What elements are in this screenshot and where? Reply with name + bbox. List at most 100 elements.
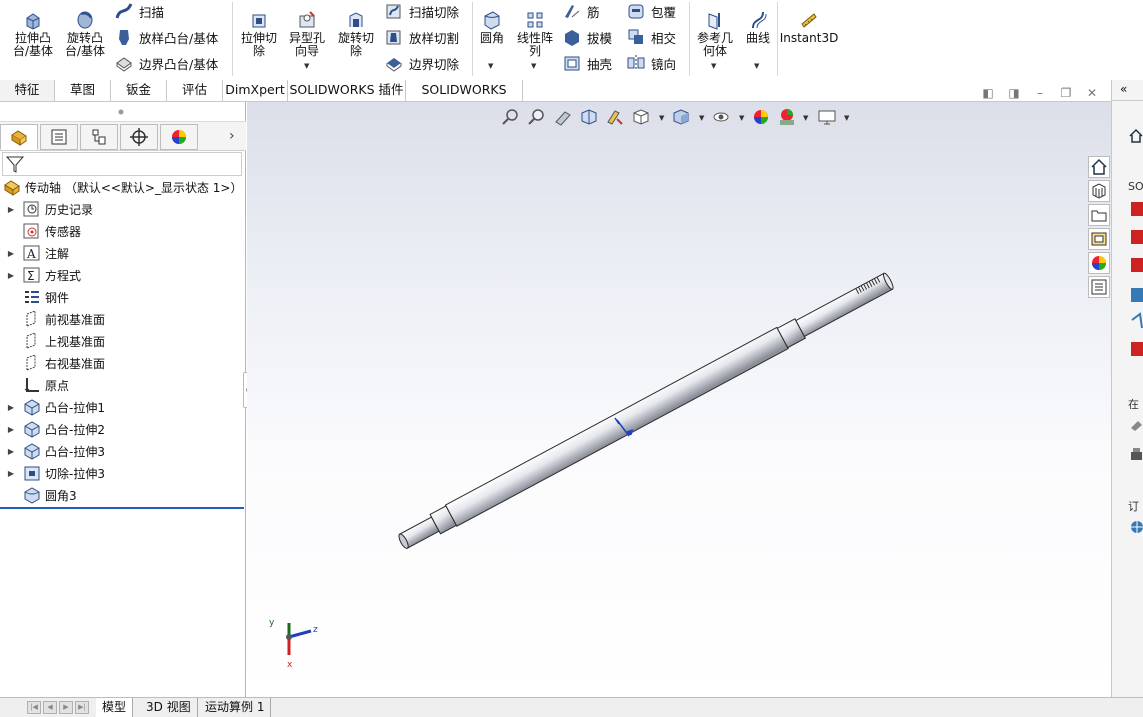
fillet-dropdown[interactable]: ▼ bbox=[488, 62, 493, 70]
mirror-button[interactable]: 镜向 bbox=[626, 53, 676, 73]
panel-tabs-scroll-right[interactable]: › bbox=[229, 128, 235, 144]
tree-item-fillet3[interactable]: 圆角3 bbox=[0, 484, 244, 506]
curves-button[interactable]: 曲线 bbox=[740, 0, 776, 45]
tree-item-front-plane[interactable]: 前视基准面 bbox=[0, 308, 244, 330]
tree-item-boss-extrude2[interactable]: ▶ 凸台-拉伸2 bbox=[0, 418, 244, 440]
task-pane-view-palette-icon[interactable] bbox=[1088, 228, 1110, 250]
task-pane-design-library-icon[interactable] bbox=[1088, 180, 1110, 202]
tab-solidworks-addins[interactable]: SOLIDWORKS 插件 bbox=[288, 80, 406, 101]
intersect-button[interactable]: 相交 bbox=[626, 27, 676, 47]
expand-arrow-icon[interactable]: ▶ bbox=[0, 249, 22, 258]
task-pane-file-explorer-icon[interactable] bbox=[1088, 204, 1110, 226]
tree-item-boss-extrude1[interactable]: ▶ 凸台-拉伸1 bbox=[0, 396, 244, 418]
rib-button[interactable]: 筋 bbox=[562, 1, 600, 21]
tree-item-top-plane[interactable]: 上视基准面 bbox=[0, 330, 244, 352]
tab-configuration-manager[interactable] bbox=[80, 124, 118, 150]
task-pane-tool-icon[interactable] bbox=[1130, 418, 1143, 435]
bottom-tab-bar: |◀ ◀ ▶ ▶| 模型 3D 视图 运动算例 1 bbox=[0, 697, 1143, 717]
reference-geometry-dropdown[interactable]: ▼ bbox=[711, 62, 716, 70]
task-pane-collapse-icon[interactable]: « bbox=[1120, 82, 1127, 96]
tab-feature-manager[interactable] bbox=[0, 124, 38, 150]
close-icon[interactable]: ✕ bbox=[1085, 86, 1099, 100]
loft-boss-button[interactable]: 放样凸台/基体 bbox=[114, 27, 218, 47]
curves-dropdown[interactable]: ▼ bbox=[754, 62, 759, 70]
boundary-cut-button[interactable]: 边界切除 bbox=[384, 53, 459, 73]
expand-arrow-icon[interactable]: ▶ bbox=[0, 271, 22, 280]
swept-cut-button[interactable]: 扫描切除 bbox=[384, 1, 459, 21]
tree-item-sensors[interactable]: 传感器 bbox=[0, 220, 244, 242]
first-tab-button[interactable]: |◀ bbox=[27, 701, 41, 714]
tree-item-history[interactable]: ▶ 历史记录 bbox=[0, 198, 244, 220]
restore-icon[interactable]: ❐ bbox=[1059, 86, 1073, 100]
tab-motion-study[interactable]: 运动算例 1 bbox=[199, 698, 272, 717]
rollback-bar[interactable] bbox=[0, 507, 244, 509]
tab-sketch[interactable]: 草图 bbox=[55, 80, 111, 101]
linear-pattern-button[interactable]: 线性阵 列 bbox=[512, 0, 558, 58]
expand-arrow-icon[interactable]: ▶ bbox=[0, 425, 22, 434]
command-manager-ribbon: 拉伸凸 台/基体 旋转凸 台/基体 扫描 放样凸台/基体 边界凸台/基体 拉伸切… bbox=[0, 0, 1143, 80]
extrude-boss-button[interactable]: 拉伸凸 台/基体 bbox=[8, 0, 58, 58]
history-icon bbox=[22, 199, 42, 219]
tree-item-cut-extrude3[interactable]: ▶ 切除-拉伸3 bbox=[0, 462, 244, 484]
draft-icon bbox=[562, 27, 582, 47]
tab-property-manager[interactable] bbox=[40, 124, 78, 150]
tab-dimxpert[interactable]: DimXpert bbox=[223, 80, 288, 101]
next-tab-button[interactable]: ▶ bbox=[59, 701, 73, 714]
boundary-boss-button[interactable]: 边界凸台/基体 bbox=[114, 53, 218, 73]
extrude-boss-icon bbox=[23, 10, 43, 30]
task-pane-home-icon[interactable] bbox=[1088, 156, 1110, 178]
tab-sheet-metal[interactable]: 钣金 bbox=[111, 80, 167, 101]
minimize-icon[interactable]: – bbox=[1033, 86, 1047, 100]
tree-item-origin[interactable]: 原点 bbox=[0, 374, 244, 396]
tree-item-equations[interactable]: ▶ Σ 方程式 bbox=[0, 264, 244, 286]
tab-solidworks-mbd[interactable]: SOLIDWORKS MBD bbox=[406, 80, 523, 117]
tree-item-right-plane[interactable]: 右视基准面 bbox=[0, 352, 244, 374]
expand-arrow-icon[interactable]: ▶ bbox=[0, 205, 22, 214]
extrude-cut-button[interactable]: 拉伸切 除 bbox=[236, 0, 282, 58]
task-pane-tool-icon[interactable] bbox=[1130, 446, 1143, 465]
fillet-button[interactable]: 圆角 bbox=[474, 0, 510, 45]
triad-y-label: y bbox=[269, 618, 275, 628]
shaft-model[interactable]: y z x bbox=[247, 102, 1111, 697]
task-pane-custom-properties-icon[interactable] bbox=[1088, 276, 1110, 298]
hole-wizard-dropdown[interactable]: ▼ bbox=[304, 62, 309, 70]
expand-arrow-icon[interactable]: ▶ bbox=[0, 403, 22, 412]
sweep-button[interactable]: 扫描 bbox=[114, 1, 164, 21]
task-pane-appearances-icon[interactable] bbox=[1088, 252, 1110, 274]
instant3d-button[interactable]: Instant3D bbox=[780, 0, 838, 45]
tree-item-boss-extrude3[interactable]: ▶ 凸台-拉伸3 bbox=[0, 440, 244, 462]
revolve-boss-button[interactable]: 旋转凸 台/基体 bbox=[60, 0, 110, 58]
tab-dimxpert-manager[interactable] bbox=[120, 124, 158, 150]
draft-button[interactable]: 拔模 bbox=[562, 27, 612, 47]
tab-display-manager[interactable] bbox=[160, 124, 198, 150]
hole-wizard-button[interactable]: 异型孔 向导 bbox=[284, 0, 330, 58]
reference-geometry-button[interactable]: 参考几 何体 bbox=[692, 0, 738, 58]
resources-home-icon[interactable] bbox=[1128, 128, 1143, 147]
tree-root-part[interactable]: 传动轴 （默认<<默认>_显示状态 1>） bbox=[0, 176, 244, 198]
panel-drag-handle[interactable] bbox=[0, 102, 246, 122]
filter-icon bbox=[5, 156, 25, 173]
wrap-button[interactable]: 包覆 bbox=[626, 1, 676, 21]
shell-button[interactable]: 抽壳 bbox=[562, 53, 612, 73]
tab-evaluate[interactable]: 评估 bbox=[167, 80, 223, 101]
revolve-cut-button[interactable]: 旋转切 除 bbox=[333, 0, 379, 58]
revolve-boss-icon bbox=[75, 10, 95, 30]
tab-model[interactable]: 模型 bbox=[96, 698, 134, 717]
tree-item-annotations[interactable]: ▶ A 注解 bbox=[0, 242, 244, 264]
last-tab-button[interactable]: ▶| bbox=[75, 701, 89, 714]
linear-pattern-dropdown[interactable]: ▼ bbox=[531, 62, 536, 70]
tile-left-icon[interactable]: ◧ bbox=[981, 86, 995, 100]
tree-item-material[interactable]: 钢件 bbox=[0, 286, 244, 308]
coordinate-triad: y z x bbox=[269, 618, 318, 670]
prev-tab-button[interactable]: ◀ bbox=[43, 701, 57, 714]
configuration-manager-icon bbox=[92, 129, 106, 145]
expand-arrow-icon[interactable]: ▶ bbox=[0, 447, 22, 456]
tree-filter[interactable] bbox=[2, 152, 242, 176]
expand-arrow-icon[interactable]: ▶ bbox=[0, 469, 22, 478]
tab-3d-view[interactable]: 3D 视图 bbox=[140, 698, 198, 717]
tile-right-icon[interactable]: ◨ bbox=[1007, 86, 1021, 100]
lofted-cut-button[interactable]: 放样切割 bbox=[384, 27, 459, 47]
graphics-viewport[interactable]: ▼ ▼ ▼ ▼ ▼ y z x bbox=[247, 102, 1111, 697]
task-pane-globe-icon[interactable] bbox=[1130, 520, 1143, 537]
tab-features[interactable]: 特征 bbox=[0, 80, 55, 101]
